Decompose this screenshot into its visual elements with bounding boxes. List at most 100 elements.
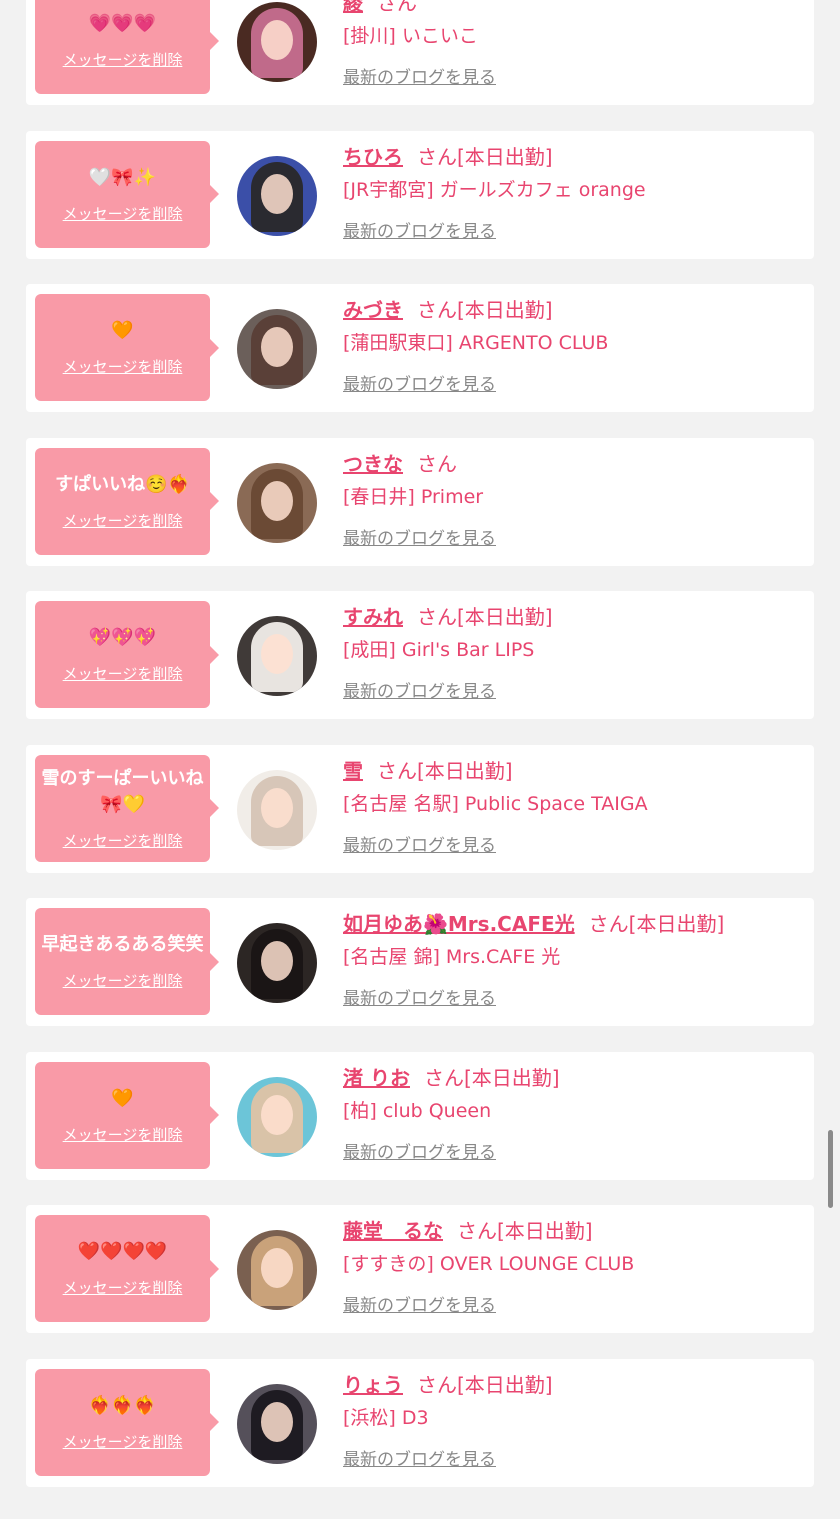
delete-message-link[interactable]: メッセージを削除 — [63, 1277, 183, 1298]
cast-name-link[interactable]: 渚 りお — [343, 1066, 410, 1090]
name-row: 藤堂 るな さん[本日出勤] — [343, 1217, 803, 1245]
attendance-status: [本日出勤] — [457, 144, 553, 169]
message-text: 💗💗💗 — [88, 13, 157, 34]
cast-info: 藤堂 るな さん[本日出勤] [すすきの] OVER LOUNGE CLUB 最新… — [343, 1217, 803, 1316]
latest-blog-link[interactable]: 最新のブログを見る — [343, 524, 496, 549]
attendance-status: [本日出勤] — [457, 1372, 553, 1397]
san-suffix: さん — [377, 758, 417, 783]
avatar-face-shape — [261, 1248, 293, 1288]
cast-name-link[interactable]: 綾 — [343, 0, 363, 15]
message-bubble: 雪のすーぱーいいね🎀💛 メッセージを削除 — [35, 754, 219, 862]
message-text: 雪のすーぱーいいね🎀💛 — [41, 767, 204, 815]
scrollbar[interactable] — [828, 1130, 833, 1208]
attendance-status: [本日出勤] — [628, 912, 725, 936]
message-text: ❤️‍🔥❤️‍🔥❤️‍🔥 — [88, 1394, 157, 1416]
message-card: 早起きあるある笑笑 メッセージを削除 如月ゆあ🌺Mrs.CAFE光 さん[本日出勤… — [26, 898, 814, 1026]
shop-name: [掛川] いこいこ — [343, 25, 478, 47]
avatar[interactable] — [237, 616, 317, 696]
name-row: つきな さん — [343, 450, 803, 478]
avatar-face-shape — [261, 480, 293, 521]
cast-info: ちひろ さん[本日出勤] [JR宇都宮] ガールズカフェ orange 最新のブロ… — [343, 143, 803, 242]
cast-info: すみれ さん[本日出勤] [成田] Girl's Bar LIPS 最新のブログを… — [343, 603, 803, 702]
shop-name: [蒲田駅東口] ARGENTO CLUB — [343, 332, 609, 354]
delete-message-link[interactable]: メッセージを削除 — [63, 830, 183, 851]
san-suffix: さん — [417, 451, 457, 476]
delete-message-link[interactable]: メッセージを削除 — [63, 49, 183, 70]
avatar-face-shape — [261, 20, 293, 60]
name-row: りょう さん[本日出勤] — [343, 1371, 803, 1399]
cast-info: りょう さん[本日出勤] [浜松] D3 最新のブログを見る — [343, 1371, 803, 1470]
delete-message-link[interactable]: メッセージを削除 — [63, 356, 183, 377]
delete-message-link[interactable]: メッセージを削除 — [63, 1431, 183, 1452]
avatar[interactable] — [237, 2, 317, 82]
message-text: 🤍🎀✨ — [88, 166, 157, 188]
message-bubble: すぱいいね☺️❤️‍🔥 メッセージを削除 — [35, 447, 219, 555]
delete-message-link[interactable]: メッセージを削除 — [63, 970, 183, 991]
san-suffix: さん — [457, 1219, 497, 1243]
message-card: 💖💖💖 メッセージを削除 すみれ さん[本日出勤] [成田] Girl's Bar… — [26, 591, 814, 719]
san-suffix: さん — [377, 0, 417, 15]
cast-name-link[interactable]: すみれ — [343, 605, 403, 629]
san-suffix: さん — [417, 298, 457, 322]
message-card: 🧡 メッセージを削除 みづき さん[本日出勤] [蒲田駅東口] ARGENTO C… — [26, 284, 814, 412]
avatar-face-shape — [261, 941, 293, 981]
cast-name-link[interactable]: つきな — [343, 452, 403, 476]
message-list: 💗💗💗 メッセージを削除 綾さん [掛川] いこいこ 最新のブログを見る 🤍🎀✨… — [26, 0, 814, 1512]
message-text: 🧡 — [111, 320, 134, 341]
delete-message-link[interactable]: メッセージを削除 — [63, 510, 183, 531]
message-text: ❤️❤️❤️❤️ — [77, 1241, 168, 1262]
attendance-status: [本日出勤] — [417, 758, 513, 783]
latest-blog-link[interactable]: 最新のブログを見る — [343, 984, 496, 1009]
shop-name: [名古屋 錦] Mrs.CAFE 光 — [343, 946, 561, 968]
avatar[interactable] — [237, 462, 317, 543]
delete-message-link[interactable]: メッセージを削除 — [63, 663, 183, 684]
message-card: ❤️‍🔥❤️‍🔥❤️‍🔥 メッセージを削除 りょう さん[本日出勤] [浜松] D… — [26, 1358, 814, 1487]
avatar-face-shape — [261, 634, 293, 674]
message-bubble: 💖💖💖 メッセージを削除 — [35, 601, 219, 708]
cast-info: みづき さん[本日出勤] [蒲田駅東口] ARGENTO CLUB 最新のブログを… — [343, 296, 803, 395]
message-text: 🧡 — [111, 1087, 134, 1109]
avatar[interactable] — [237, 309, 317, 389]
shop-name: [JR宇都宮] ガールズカフェ orange — [343, 178, 646, 201]
avatar[interactable] — [237, 769, 317, 850]
san-suffix: さん — [417, 1372, 457, 1397]
avatar[interactable] — [237, 1230, 317, 1310]
message-card: すぱいいね☺️❤️‍🔥 メッセージを削除 つきな さん [春日井] Primer … — [26, 437, 814, 566]
san-suffix: さん — [417, 144, 457, 169]
cast-name-link[interactable]: 雪 — [343, 759, 363, 783]
latest-blog-link[interactable]: 最新のブログを見る — [343, 1291, 496, 1316]
message-bubble: 🤍🎀✨ メッセージを削除 — [35, 140, 219, 248]
cast-info: 雪さん[本日出勤] [名古屋 名駅] Public Space TAIGA 最新… — [343, 757, 803, 856]
latest-blog-link[interactable]: 最新のブログを見る — [343, 1138, 496, 1163]
cast-name-link[interactable]: ちひろ — [343, 145, 403, 169]
delete-message-link[interactable]: メッセージを削除 — [63, 203, 183, 224]
attendance-status: [本日出勤] — [457, 298, 553, 322]
avatar-face-shape — [261, 1094, 293, 1135]
shop-name: [すすきの] OVER LOUNGE CLUB — [343, 1253, 635, 1275]
name-row: 渚 りお さん[本日出勤] — [343, 1064, 803, 1092]
latest-blog-link[interactable]: 最新のブログを見る — [343, 370, 496, 395]
delete-message-link[interactable]: メッセージを削除 — [63, 1124, 183, 1145]
latest-blog-link[interactable]: 最新のブログを見る — [343, 63, 496, 88]
latest-blog-link[interactable]: 最新のブログを見る — [343, 677, 496, 702]
latest-blog-link[interactable]: 最新のブログを見る — [343, 831, 496, 856]
shop-name: [柏] club Queen — [343, 1099, 492, 1122]
latest-blog-link[interactable]: 最新のブログを見る — [343, 1445, 496, 1470]
cast-name-link[interactable]: みづき — [343, 298, 403, 322]
avatar[interactable] — [237, 1383, 317, 1464]
avatar[interactable] — [237, 155, 317, 236]
shop-name: [名古屋 名駅] Public Space TAIGA — [343, 792, 648, 815]
message-bubble: 🧡 メッセージを削除 — [35, 1061, 219, 1169]
latest-blog-link[interactable]: 最新のブログを見る — [343, 217, 496, 242]
cast-name-link[interactable]: りょう — [343, 1373, 403, 1397]
avatar[interactable] — [237, 923, 317, 1003]
cast-info: 如月ゆあ🌺Mrs.CAFE光 さん[本日出勤] [名古屋 錦] Mrs.CAFE … — [343, 910, 803, 1009]
cast-name-link[interactable]: 藤堂 るな — [343, 1219, 443, 1243]
cast-name-link[interactable]: 如月ゆあ🌺Mrs.CAFE光 — [343, 912, 575, 936]
message-card: ❤️❤️❤️❤️ メッセージを削除 藤堂 るな さん[本日出勤] [すすきの] O… — [26, 1205, 814, 1333]
avatar[interactable] — [237, 1076, 317, 1157]
name-row: 如月ゆあ🌺Mrs.CAFE光 さん[本日出勤] — [343, 910, 803, 938]
cast-info: 渚 りお さん[本日出勤] [柏] club Queen 最新のブログを見る — [343, 1064, 803, 1163]
name-row: 雪さん[本日出勤] — [343, 757, 803, 785]
name-row: すみれ さん[本日出勤] — [343, 603, 803, 631]
